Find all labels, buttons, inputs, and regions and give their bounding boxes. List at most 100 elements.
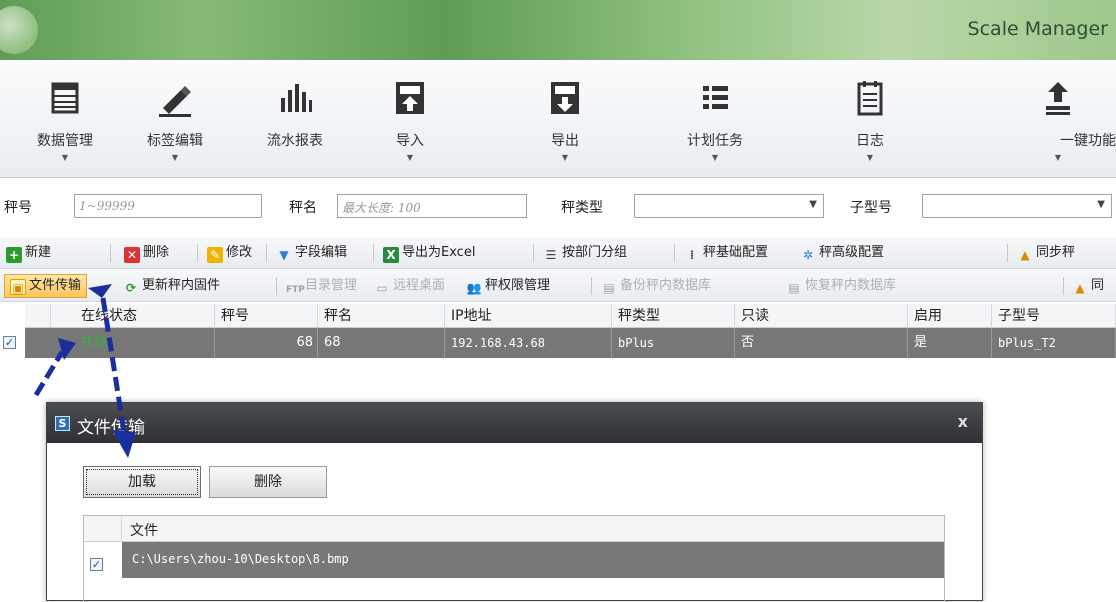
remote-desktop-button[interactable]: ▭ 远程桌面 [374,275,445,297]
import-icon [396,82,424,114]
ribbon-button-label-edit[interactable]: 标签编辑 ▼ [120,74,230,170]
column-header[interactable]: 只读 [735,304,908,328]
window-title: Scale Manager [967,18,1108,40]
excel-icon: X [383,247,399,263]
sync-icon: ▲ [1075,281,1085,295]
database-icon [51,82,79,114]
chevron-down-icon: ▼ [561,153,569,162]
ribbon-button-data-management[interactable]: 数据管理 ▼ [10,74,120,170]
file-row-checkbox[interactable]: ✓ [90,558,103,571]
file-column-header[interactable]: 文件 [130,520,158,540]
column-header[interactable]: 启用 [908,304,992,328]
type-cell: bPlus [612,328,735,358]
file-row[interactable]: C:\Users\zhou-10\Desktop\8.bmp [122,542,944,578]
scale-no-cell: 68 [215,328,318,358]
dropdown-arrow-icon: ▼ [1097,199,1105,210]
scale-no-input[interactable]: 1~99999 [74,194,262,218]
ribbon-label: 计划任务 [687,133,743,149]
ribbon-label: 标签编辑 [147,133,203,149]
chevron-down-icon: ▼ [711,153,719,162]
ribbon-label: 流水报表 [267,133,323,149]
backup-database-button[interactable]: ▤ 备份秤内数据库 [601,275,711,297]
ribbon-button-report[interactable]: 流水报表 [240,74,350,170]
app-orb-icon[interactable] [0,6,38,54]
group-by-dept-button[interactable]: ☰ 按部门分组 [543,242,627,264]
export-excel-button[interactable]: X 导出为Excel [383,242,475,264]
filter-bar: 秤号 1~99999 秤名 最大长度: 100 秤类型 ▼ 子型号 ▼ [0,186,1116,224]
column-header[interactable]: IP地址 [445,304,612,328]
table-row[interactable]: ✓ 在线 68 68 192.168.43.68 bPlus 否 是 bPlus… [3,328,1116,358]
ribbon-button-export[interactable]: 导出 ▼ [510,74,620,170]
enabled-cell: 是 [908,328,992,358]
scale-name-cell: 68 [318,328,445,358]
ribbon-button-one-key[interactable]: 一键功能 ▼ [1000,74,1116,170]
scale-table: 在线状态 秤号 秤名 IP地址 秤类型 只读 启用 子型号 ✓ 在线 68 68… [3,304,1116,395]
ribbon-label: 导出 [551,133,579,149]
gear-icon: ✲ [802,248,814,262]
ribbon-label: 一键功能 [1060,133,1116,149]
scale-name-label: 秤名 [289,200,317,216]
ip-cell: 192.168.43.68 [445,328,612,358]
close-icon[interactable]: x [958,412,968,431]
ribbon-button-scheduled-task[interactable]: 计划任务 ▼ [660,74,770,170]
file-table: 文件 ✓ C:\Users\zhou-10\Desktop\8.bmp [83,515,945,602]
firmware-icon: ⟳ [125,281,137,295]
row-checkbox[interactable]: ✓ [3,336,16,349]
directory-management-button[interactable]: FTP目录管理 [286,275,357,297]
file-transfer-button[interactable]: ▣ 文件传输 [4,274,88,298]
subtype-cell: bPlus_T2 [992,328,1116,358]
dropdown-arrow-icon: ▼ [809,199,817,210]
sync-scale-button[interactable]: ▲ 同步秤 [1017,242,1075,264]
column-header[interactable]: 秤名 [318,304,445,328]
file-table-header: 文件 [84,516,944,542]
chevron-down-icon: ▼ [61,153,69,162]
column-header[interactable]: 秤类型 [612,304,735,328]
update-firmware-button[interactable]: ⟳ 更新秤内固件 [123,275,220,297]
file-transfer-dialog: S 文件传输 x 加载 删除 文件 ✓ C:\Users\zhou-10\Des… [46,402,983,602]
bar-chart-icon [281,84,312,112]
basic-config-button[interactable]: ⁞ 秤基础配置 [684,242,768,264]
advanced-config-button[interactable]: ✲ 秤高级配置 [800,242,884,264]
sync-button[interactable]: ▲ 同 [1072,275,1104,297]
scale-type-select[interactable]: ▼ [634,194,824,218]
title-bar: Scale Manager [0,0,1116,60]
app-icon: S [55,416,70,431]
scale-no-label: 秤号 [4,200,32,216]
file-transfer-icon: ▣ [10,279,26,295]
status-cell: 在线 [75,328,215,358]
dialog-title: 文件传输 [77,418,145,438]
delete-icon: ✕ [124,247,140,263]
log-icon [857,81,883,116]
ribbon-button-import[interactable]: 导入 ▼ [355,74,465,170]
edit-button[interactable]: ✎ 修改 [207,242,252,264]
scale-name-input[interactable]: 最大长度: 100 [337,194,527,218]
ftp-icon: FTP [286,285,305,295]
ribbon-button-log[interactable]: 日志 ▼ [815,74,925,170]
ribbon-label: 日志 [856,133,884,149]
group-icon: ☰ [545,248,557,262]
chevron-down-icon: ▼ [171,153,179,162]
new-button[interactable]: + 新建 [6,242,51,264]
chevron-down-icon: ▼ [1054,153,1062,162]
remote-desktop-icon: ▭ [376,281,388,295]
export-icon [551,82,579,114]
permission-management-button[interactable]: 👥 秤权限管理 [466,275,551,297]
file-path: C:\Users\zhou-10\Desktop\8.bmp [132,552,349,566]
chevron-down-icon: ▼ [866,153,874,162]
chevron-down-icon: ▼ [406,153,414,162]
load-button[interactable]: 加载 [83,466,201,498]
field-edit-button[interactable]: ▼ 字段编辑 [276,242,347,264]
scale-type-label: 秤类型 [561,200,603,216]
toolbar-main: + 新建 ✕ 删除 ✎ 修改 ▼ 字段编辑 X 导出为Excel ☰ 按部门分组 ⁞ 秤基础配… [0,237,1116,269]
upload-icon [1046,82,1070,115]
subtype-select[interactable]: ▼ [922,194,1112,218]
restore-database-button[interactable]: ▤ 恢复秤内数据库 [786,275,896,297]
pen-icon [159,86,191,117]
plus-icon: + [6,247,22,263]
column-header[interactable]: 秤号 [215,304,318,328]
column-header[interactable]: 子型号 [992,304,1116,328]
column-header[interactable]: 在线状态 [75,304,215,328]
ribbon-label: 数据管理 [37,133,93,149]
delete-file-button[interactable]: 删除 [209,466,327,498]
delete-button[interactable]: ✕ 删除 [124,242,169,264]
